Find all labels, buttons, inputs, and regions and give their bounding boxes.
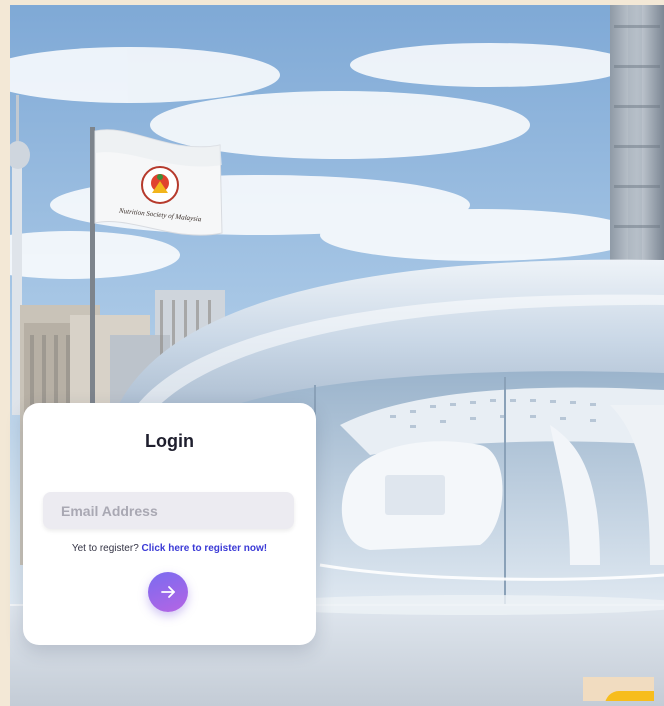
chat-bubble-icon[interactable] <box>605 691 654 701</box>
register-prompt: Yet to register? <box>71 543 139 554</box>
register-prompt-line: Yet to register? Click here to register … <box>23 543 316 554</box>
corner-widget[interactable] <box>583 677 654 701</box>
submit-button[interactable] <box>148 572 188 612</box>
email-field[interactable] <box>43 492 294 529</box>
arrow-right-icon <box>161 586 175 598</box>
login-card: Login Yet to register? Click here to reg… <box>23 403 316 645</box>
petronas-tower <box>610 5 664 265</box>
login-title: Login <box>145 431 194 451</box>
register-link[interactable]: Click here to register now! <box>142 543 268 554</box>
